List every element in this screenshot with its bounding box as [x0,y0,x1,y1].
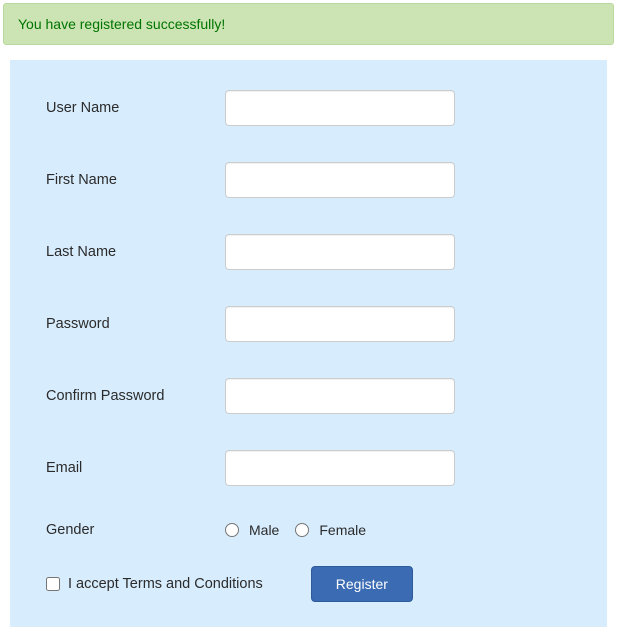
gender-options: Male Female [225,522,376,538]
label-lastname: Last Name [40,244,225,260]
form-row-password: Password [40,306,577,342]
form-row-gender: Gender Male Female [40,522,577,538]
input-username[interactable] [225,90,455,126]
terms-wrap: I accept Terms and Conditions [46,576,263,592]
form-row-confirm-password: Confirm Password [40,378,577,414]
form-row-firstname: First Name [40,162,577,198]
checkbox-terms[interactable] [46,577,60,591]
success-alert: You have registered successfully! [3,3,614,45]
radio-female[interactable] [295,523,309,537]
success-alert-text: You have registered successfully! [18,16,225,32]
input-email[interactable] [225,450,455,486]
input-confirm-password[interactable] [225,378,455,414]
label-firstname: First Name [40,172,225,188]
form-bottom-row: I accept Terms and Conditions Register [40,566,577,602]
radio-male[interactable] [225,523,239,537]
register-button[interactable]: Register [311,566,413,602]
form-row-username: User Name [40,90,577,126]
label-username: User Name [40,100,225,116]
form-row-email: Email [40,450,577,486]
form-row-lastname: Last Name [40,234,577,270]
label-gender: Gender [40,522,225,538]
registration-form: User Name First Name Last Name Password … [10,60,607,627]
input-password[interactable] [225,306,455,342]
label-male: Male [249,522,279,538]
label-terms: I accept Terms and Conditions [68,576,263,592]
label-email: Email [40,460,225,476]
input-lastname[interactable] [225,234,455,270]
label-confirm-password: Confirm Password [40,388,225,404]
label-password: Password [40,316,225,332]
input-firstname[interactable] [225,162,455,198]
label-female: Female [319,522,366,538]
